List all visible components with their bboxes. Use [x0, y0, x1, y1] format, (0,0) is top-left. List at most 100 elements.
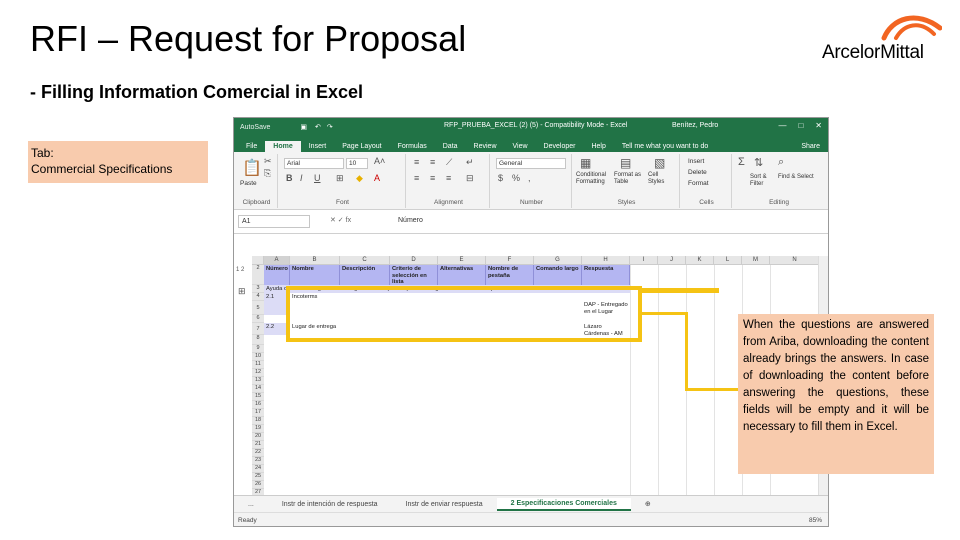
format-table-icon[interactable]: ▤ — [620, 156, 631, 170]
tab-data[interactable]: Data — [435, 141, 466, 152]
orientation-icon[interactable]: ⟋ — [446, 157, 452, 168]
close-icon[interactable]: ✕ — [815, 121, 822, 130]
cell-styles-label[interactable]: Cell Styles — [648, 172, 676, 186]
tab-developer[interactable]: Developer — [536, 141, 584, 152]
row-header[interactable]: 14 — [252, 385, 264, 393]
user-name[interactable]: Benítez, Pedro — [672, 122, 718, 129]
column-header-h[interactable]: H — [582, 256, 630, 265]
header-cell-pestana[interactable]: Nombre de pestaña — [486, 265, 534, 285]
column-header-m[interactable]: M — [742, 256, 770, 265]
cut-icon[interactable]: ✂ — [264, 156, 272, 167]
expand-plus-icon[interactable]: ⊞ — [238, 286, 246, 297]
fx-icon[interactable]: ✕ ✓ fx — [330, 216, 351, 224]
percent-icon[interactable]: % — [512, 173, 520, 183]
row-header[interactable]: 21 — [252, 441, 264, 449]
sort-filter-label[interactable]: Sort & Filter — [750, 174, 780, 188]
font-size-select[interactable]: 10 — [346, 158, 368, 169]
sheet-tab-intention[interactable]: Instr de intención de respuesta — [268, 499, 392, 510]
find-icon[interactable]: ⌕ — [778, 156, 784, 169]
header-cell-numero[interactable]: Número — [264, 265, 290, 285]
autosum-icon[interactable]: Σ — [738, 156, 745, 168]
font-name-select[interactable]: Arial — [284, 158, 344, 169]
column-header-l[interactable]: L — [714, 256, 742, 265]
row-header[interactable]: 10 — [252, 353, 264, 361]
name-box[interactable]: A1 — [238, 215, 310, 228]
outline-level-buttons[interactable]: 1 2 — [236, 267, 244, 273]
header-cell-comando[interactable]: Comando largo — [534, 265, 582, 285]
insert-cells-button[interactable]: Insert — [688, 158, 704, 165]
add-sheet-icon[interactable]: ⊕ — [631, 498, 665, 510]
zoom-level[interactable]: 85% — [809, 517, 822, 524]
header-cell-descripcion[interactable]: Descripción — [340, 265, 390, 285]
align-middle-icon[interactable]: ≡ — [430, 157, 435, 167]
minimize-icon[interactable]: — — [778, 121, 786, 130]
row-header[interactable]: 8 — [252, 335, 264, 345]
row-header[interactable]: 24 — [252, 465, 264, 473]
sort-filter-icon[interactable]: ⇅ — [754, 156, 763, 169]
comma-icon[interactable]: , — [528, 173, 531, 183]
align-center-icon[interactable]: ≡ — [430, 173, 435, 183]
cell-styles-icon[interactable]: ▧ — [654, 156, 665, 170]
row-header[interactable]: 19 — [252, 425, 264, 433]
row-header[interactable]: 18 — [252, 417, 264, 425]
number-format-select[interactable]: General — [496, 158, 566, 169]
redo-icon[interactable]: ↷ — [327, 123, 333, 131]
tab-page-layout[interactable]: Page Layout — [334, 141, 389, 152]
format-table-label[interactable]: Format as Table — [614, 172, 644, 186]
column-header-j[interactable]: J — [658, 256, 686, 265]
column-header-f[interactable]: F — [486, 256, 534, 265]
header-cell-alternativas[interactable]: Alternativas — [438, 265, 486, 285]
select-all-corner[interactable] — [252, 256, 264, 265]
row-header[interactable]: 13 — [252, 377, 264, 385]
row-header[interactable]: 15 — [252, 393, 264, 401]
sheet-tab-more[interactable]: ... — [234, 499, 268, 510]
row-header[interactable]: 20 — [252, 433, 264, 441]
row-header[interactable]: 23 — [252, 457, 264, 465]
row-header[interactable]: 25 — [252, 473, 264, 481]
column-header-e[interactable]: E — [438, 256, 486, 265]
wrap-text-icon[interactable]: ↵ — [466, 157, 474, 168]
header-cell-respuesta[interactable]: Respuesta — [582, 265, 630, 285]
tab-file[interactable]: File — [238, 141, 265, 152]
tell-me-search[interactable]: Tell me what you want to do — [614, 141, 716, 152]
column-header-c[interactable]: C — [340, 256, 390, 265]
tab-view[interactable]: View — [505, 141, 536, 152]
maximize-icon[interactable]: □ — [798, 121, 803, 130]
column-header-d[interactable]: D — [390, 256, 438, 265]
paste-icon[interactable]: 📋 — [242, 158, 262, 178]
formula-input[interactable]: Número — [394, 215, 824, 228]
currency-icon[interactable]: $ — [498, 173, 503, 183]
tab-formulas[interactable]: Formulas — [390, 141, 435, 152]
format-cells-button[interactable]: Format — [688, 180, 709, 187]
row-header[interactable]: 9 — [252, 345, 264, 353]
row-header[interactable]: 11 — [252, 361, 264, 369]
column-header-a[interactable]: A — [264, 256, 290, 265]
tab-help[interactable]: Help — [583, 141, 613, 152]
column-header-b[interactable]: B — [290, 256, 340, 265]
column-header-k[interactable]: K — [686, 256, 714, 265]
sheet-tab-send[interactable]: Instr de enviar respuesta — [392, 499, 497, 510]
share-button[interactable]: Share — [793, 141, 828, 152]
grow-font-icon[interactable]: A˄ — [374, 156, 385, 166]
bold-icon[interactable]: B — [286, 173, 293, 183]
row-header[interactable]: 4 — [252, 293, 264, 301]
borders-icon[interactable]: ⊞ — [336, 173, 344, 184]
align-left-icon[interactable]: ≡ — [414, 173, 419, 183]
copy-icon[interactable]: ⎘ — [264, 168, 271, 179]
column-header-i[interactable]: I — [630, 256, 658, 265]
italic-icon[interactable]: I — [300, 173, 303, 183]
undo-icon[interactable]: ↶ — [315, 123, 321, 131]
row-header[interactable]: 22 — [252, 449, 264, 457]
row-header[interactable]: 3 — [252, 285, 264, 293]
tab-review[interactable]: Review — [466, 141, 505, 152]
underline-icon[interactable]: U — [314, 173, 321, 183]
conditional-formatting-label[interactable]: Conditional Formatting — [576, 172, 612, 186]
save-icon[interactable]: ▣ — [300, 123, 307, 131]
row-header[interactable]: 6 — [252, 315, 264, 323]
row-header[interactable]: 2 — [252, 265, 264, 285]
merge-icon[interactable]: ⊟ — [466, 173, 474, 184]
conditional-formatting-icon[interactable]: ▦ — [580, 156, 591, 170]
find-select-label[interactable]: Find & Select — [778, 174, 814, 181]
header-cell-nombre[interactable]: Nombre — [290, 265, 340, 285]
header-cell-criterio[interactable]: Criterio de selección en lista — [390, 265, 438, 285]
